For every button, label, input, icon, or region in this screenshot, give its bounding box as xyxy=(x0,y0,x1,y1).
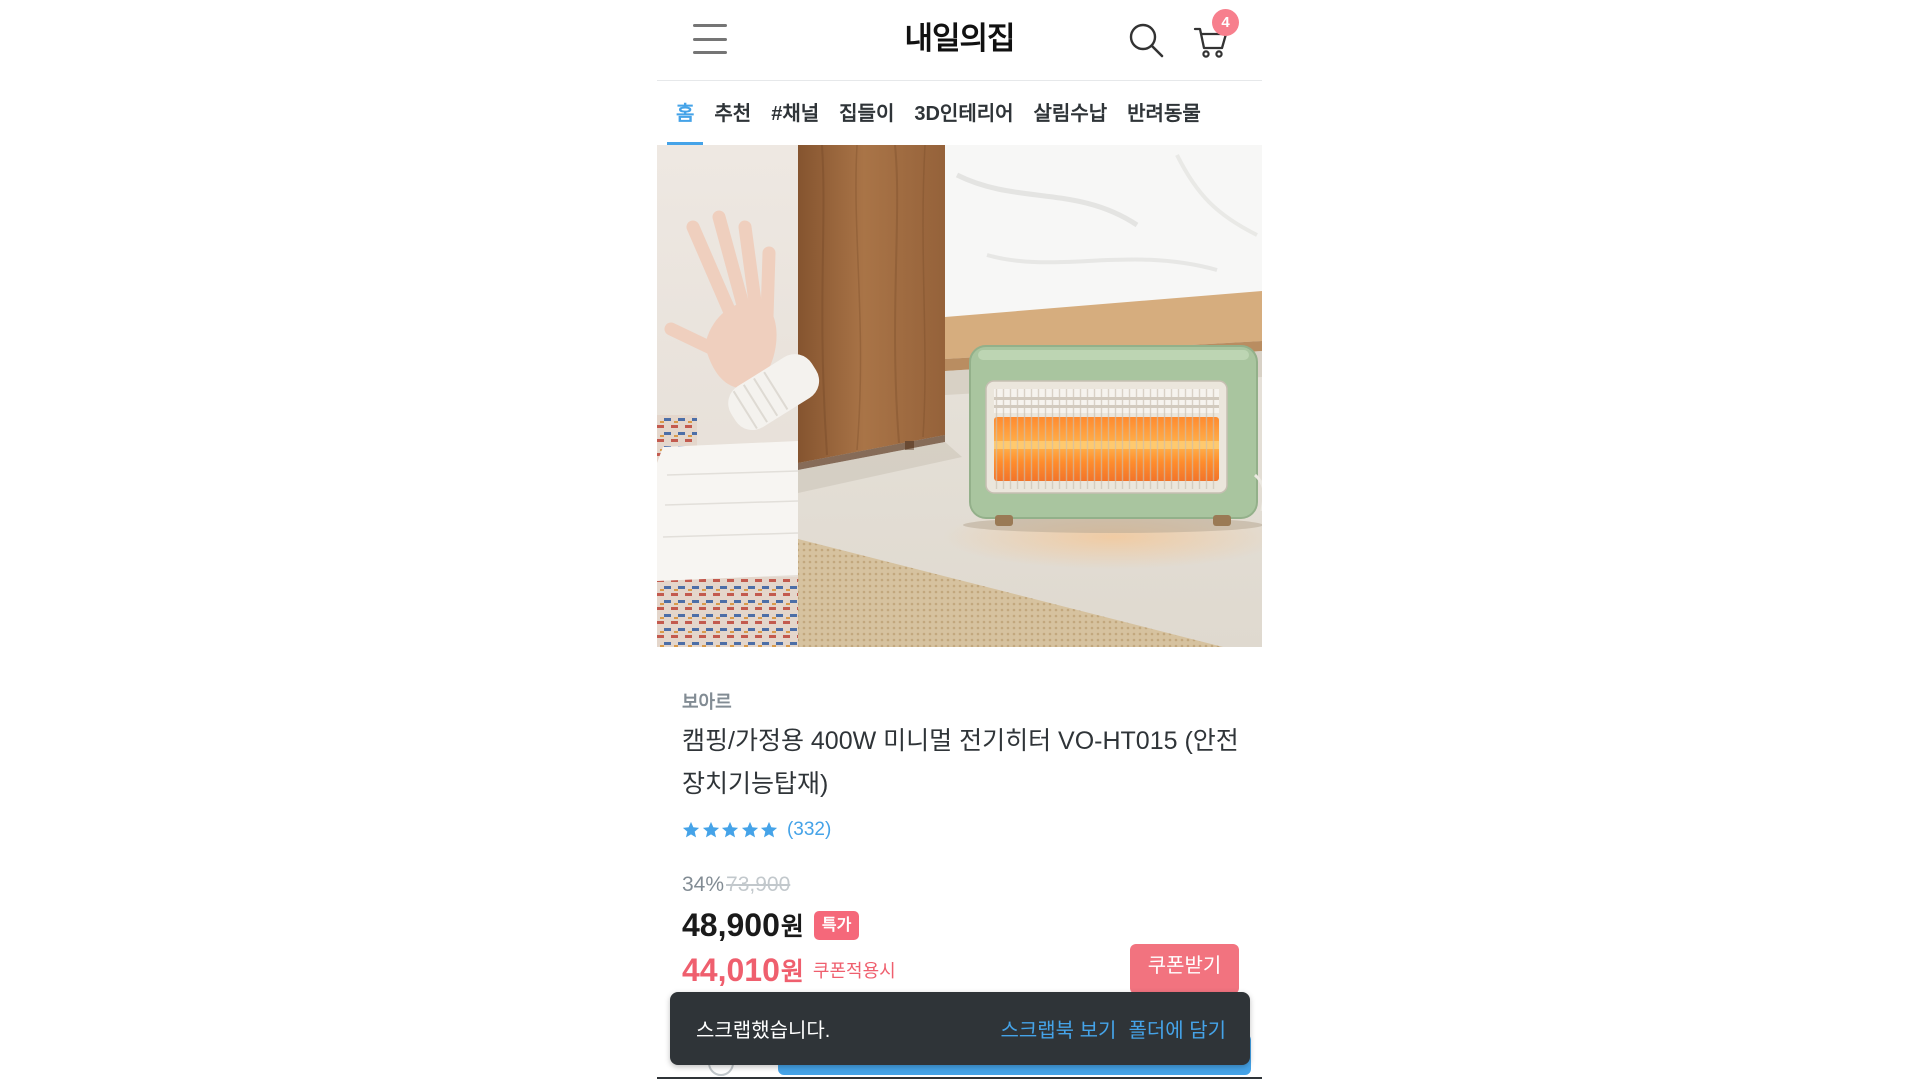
review-count[interactable]: (332) xyxy=(787,818,831,842)
tab-recommend[interactable]: 추천 xyxy=(705,81,760,145)
bottom-divider xyxy=(657,1077,1262,1079)
hamburger-icon[interactable] xyxy=(693,24,727,54)
discount-rate: 34% xyxy=(682,873,725,896)
category-tabs: 홈 추천 #채널 집들이 3D인테리어 살림수납 반려동물 xyxy=(657,81,1262,145)
tab-channel[interactable]: #채널 xyxy=(762,81,828,145)
view-scrapbook-link[interactable]: 스크랩북 보기 xyxy=(1000,1014,1116,1043)
product-title: 캠핑/가정용 400W 미니멀 전기히터 VO-HT015 (안전장치기능탑재) xyxy=(682,727,1239,798)
star-icon xyxy=(761,821,778,838)
star-icon xyxy=(741,821,758,838)
tab-house-tour[interactable]: 집들이 xyxy=(830,81,903,145)
app-logo[interactable]: 내일의집 xyxy=(807,18,1112,60)
tab-home[interactable]: 홈 xyxy=(667,81,704,145)
heater xyxy=(963,345,1262,533)
search-icon[interactable] xyxy=(1127,21,1165,59)
tab-3d-interior[interactable]: 3D인테리어 xyxy=(905,81,1022,145)
product-brand[interactable]: 보아르 xyxy=(682,690,732,714)
scrap-toast: 스크랩했습니다. 스크랩북 보기 폴더에 담기 xyxy=(670,992,1250,1065)
sale-price: 48,900 xyxy=(682,906,780,943)
product-rating[interactable]: (332) xyxy=(682,818,831,842)
coupon-price: 44,010 xyxy=(682,951,780,988)
get-coupon-button[interactable]: 쿠폰받기 xyxy=(1130,944,1239,994)
sale-price-row: 48,900 원 특가 xyxy=(682,905,860,945)
star-icon xyxy=(702,821,719,838)
mobile-app-view: 내일의집 4 홈 추천 #채널 집들이 3D인테리어 살림수납 반려동물 보아르… xyxy=(657,0,1262,1080)
tab-storage[interactable]: 살림수납 xyxy=(1025,81,1117,145)
wood-cabinet xyxy=(798,145,962,493)
star-icon xyxy=(682,821,700,838)
save-to-folder-link[interactable]: 폴더에 담기 xyxy=(1128,1014,1226,1043)
top-header: 내일의집 4 xyxy=(657,0,1262,80)
tab-pets[interactable]: 반려동물 xyxy=(1118,81,1210,145)
special-deal-badge: 특가 xyxy=(813,910,860,940)
sale-price-unit: 원 xyxy=(780,913,804,941)
star-icon xyxy=(722,821,739,838)
toast-message: 스크랩했습니다. xyxy=(696,1020,831,1042)
coupon-note: 쿠폰적용시 xyxy=(812,961,896,981)
coupon-price-unit: 원 xyxy=(780,958,804,986)
cart-count-badge: 4 xyxy=(1212,9,1239,36)
product-hero-image[interactable] xyxy=(657,145,1262,647)
coupon-price-row: 44,010 원 쿠폰적용시 xyxy=(682,950,896,990)
discount-info: 34% 73,900 xyxy=(682,872,790,898)
original-price: 73,900 xyxy=(726,873,791,896)
